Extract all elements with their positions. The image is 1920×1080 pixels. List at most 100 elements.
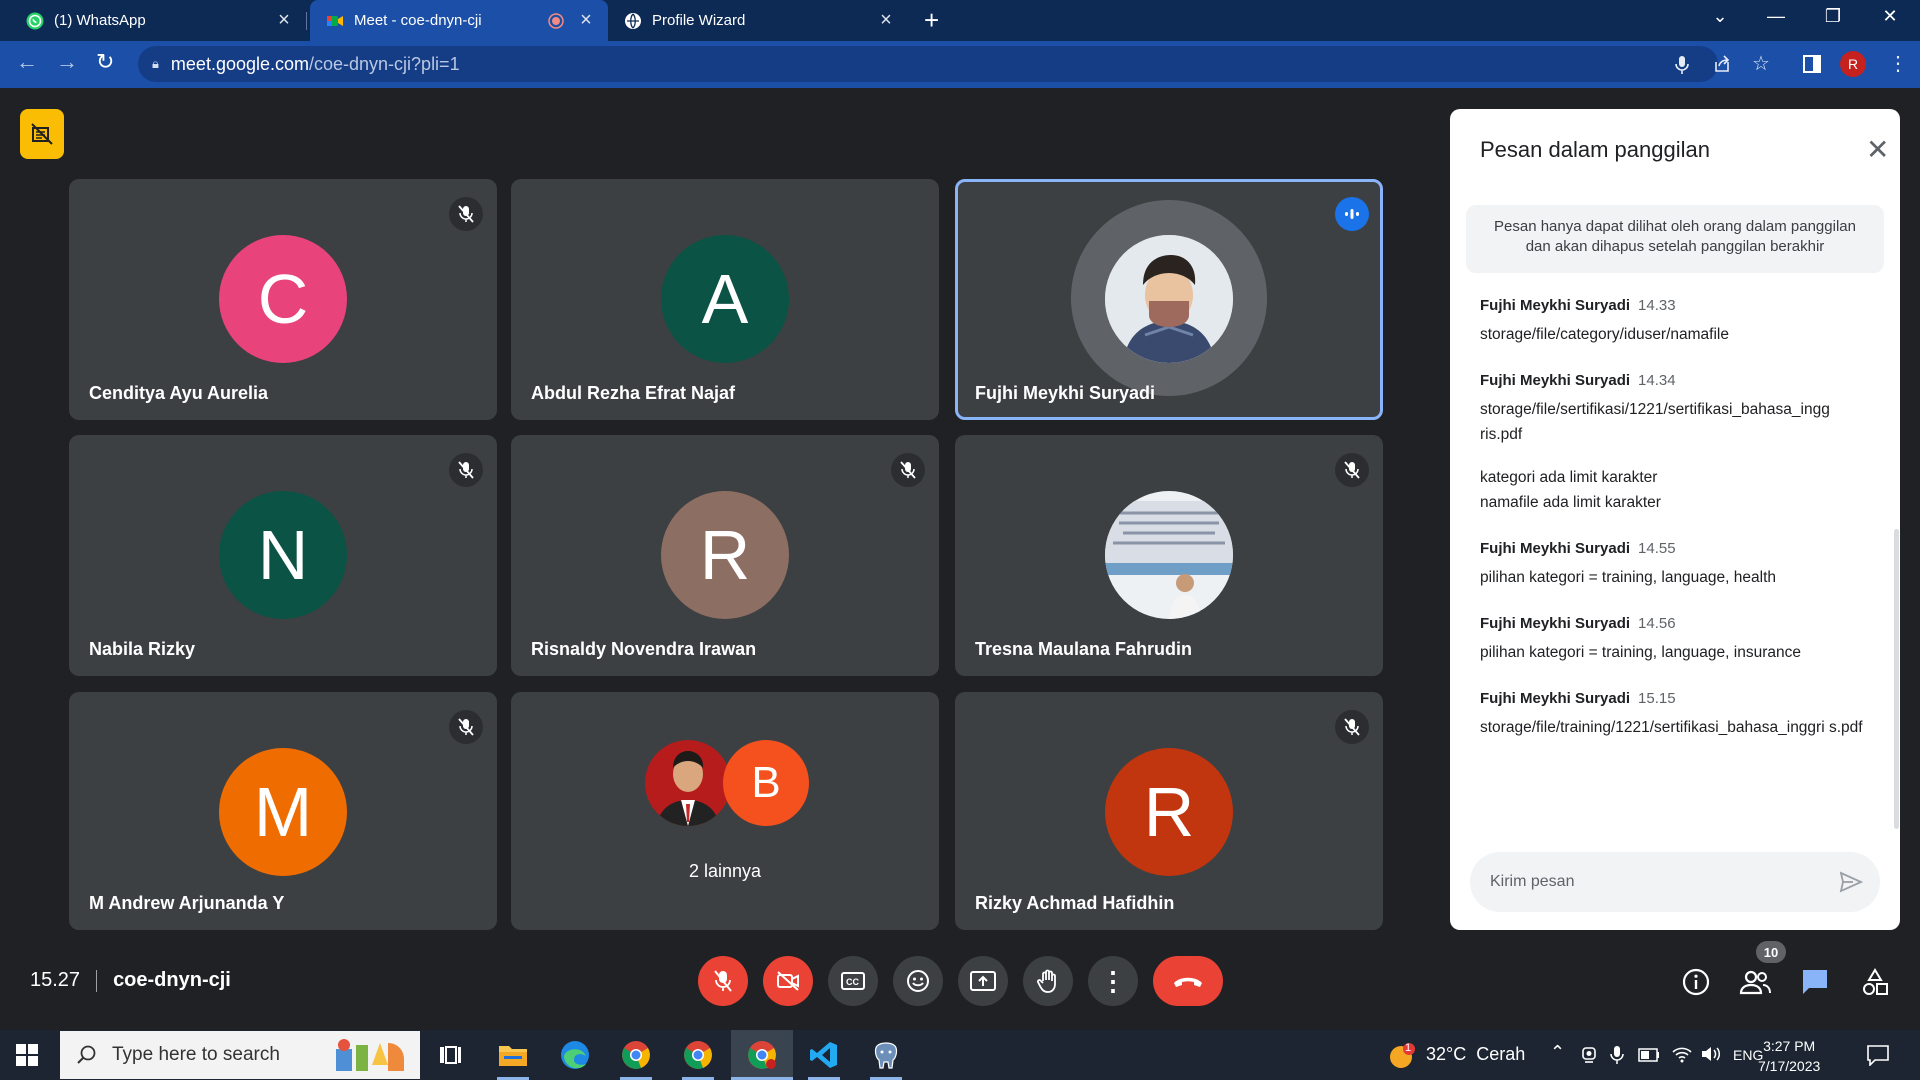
message-time: 14.33: [1638, 297, 1676, 314]
tab-meet[interactable]: Meet - coe-dnyn-cji ×: [310, 0, 608, 41]
close-tab-icon[interactable]: ×: [876, 9, 896, 32]
more-options-button[interactable]: ⋮: [1088, 956, 1138, 1006]
send-icon[interactable]: [1838, 869, 1864, 895]
taskbar-clock[interactable]: 3:27 PM 7/17/2023: [1758, 1036, 1820, 1076]
share-icon[interactable]: [1712, 54, 1732, 74]
browser-menu-icon[interactable]: ⋮: [1888, 51, 1908, 76]
message-text: namafile ada limit karakter: [1480, 494, 1661, 511]
participant-tile[interactable]: N Nabila Rizky: [69, 435, 497, 676]
hang-up-icon: [1174, 977, 1202, 987]
message-sender: Fujhi Meykhi Suryadi: [1480, 615, 1631, 632]
bookmark-star-icon[interactable]: ☆: [1752, 51, 1770, 76]
tab-whatsapp[interactable]: (1) WhatsApp ×: [0, 0, 306, 41]
chat-button[interactable]: [1799, 966, 1831, 998]
participant-photo: [645, 740, 731, 826]
raise-hand-button[interactable]: [1023, 956, 1073, 1006]
chat-scrollbar[interactable]: [1894, 529, 1899, 829]
tab-title: Meet - coe-dnyn-cji: [354, 12, 482, 29]
others-tile[interactable]: B 2 lainnya: [511, 692, 939, 930]
participant-name: Tresna Maulana Fahrudin: [975, 639, 1193, 659]
tab-profile-wizard[interactable]: Profile Wizard ×: [608, 0, 908, 41]
chrome-icon[interactable]: [620, 1039, 652, 1071]
microphone-icon[interactable]: [1674, 55, 1690, 75]
postgresql-icon[interactable]: [870, 1039, 902, 1071]
reactions-button[interactable]: [893, 956, 943, 1006]
notifications-icon[interactable]: [1866, 1044, 1890, 1066]
weather-icon[interactable]: [1388, 1042, 1416, 1070]
url-field[interactable]: 🔒︎ meet.google.com/coe-dnyn-cji?pli=1: [138, 46, 1718, 82]
message-time: 15.15: [1638, 690, 1676, 707]
others-count-label: 2 lainnya: [688, 861, 762, 881]
message-sender: Fujhi Meykhi Suryadi: [1480, 372, 1631, 389]
chat-notice: Pesan hanya dapat dilihat oleh orang dal…: [1466, 205, 1884, 273]
chat-message: Fujhi Meykhi Suryadi 14.56 pilihan katego…: [1480, 614, 1875, 665]
chat-message: Fujhi Meykhi Suryadi 14.34 storage/file/s…: [1480, 371, 1875, 515]
show-hidden-icons-chevron-icon[interactable]: ⌃: [1550, 1042, 1565, 1063]
close-tab-icon[interactable]: ×: [576, 9, 596, 32]
battery-icon[interactable]: [1638, 1048, 1660, 1062]
reload-icon[interactable]: ↻: [96, 49, 114, 75]
webcam-in-use-icon[interactable]: [1580, 1046, 1598, 1064]
speaking-indicator-icon: [1335, 197, 1369, 231]
people-icon: [1739, 970, 1771, 995]
present-screen-button[interactable]: [958, 956, 1008, 1006]
participant-tile[interactable]: M M Andrew Arjunanda Y: [69, 692, 497, 930]
participant-name: M Andrew Arjunanda Y: [89, 893, 285, 913]
participant-tile[interactable]: A Abdul Rezha Efrat Najaf: [511, 179, 939, 420]
edge-icon[interactable]: [559, 1039, 591, 1071]
chrome-profile-icon[interactable]: [682, 1039, 714, 1071]
weather-badge: 1: [1405, 1042, 1412, 1054]
windows-start-icon[interactable]: [16, 1044, 38, 1066]
wifi-icon[interactable]: [1672, 1045, 1692, 1063]
close-window-button[interactable]: ✕: [1870, 6, 1910, 27]
muted-mic-icon: [449, 453, 483, 487]
activities-button[interactable]: [1859, 966, 1891, 998]
file-explorer-icon[interactable]: [497, 1039, 529, 1071]
toggle-microphone-button[interactable]: [698, 956, 748, 1006]
close-panel-icon[interactable]: ✕: [1866, 133, 1889, 166]
recording-badge[interactable]: [20, 109, 64, 159]
leave-call-button[interactable]: [1153, 956, 1223, 1006]
chat-icon: [1803, 970, 1827, 994]
clock-date: 7/17/2023: [1758, 1058, 1821, 1074]
tab-title: (1) WhatsApp: [54, 12, 146, 29]
new-tab-button[interactable]: +: [924, 7, 939, 33]
participant-tile-active-speaker[interactable]: Fujhi Meykhi Suryadi: [955, 179, 1383, 420]
chat-panel-title: Pesan dalam panggilan: [1480, 137, 1710, 162]
search-highlight-illustration-icon: [336, 1039, 404, 1071]
url-path: /coe-dnyn-cji?pli=1: [309, 53, 460, 74]
side-panel-icon[interactable]: [1803, 55, 1821, 73]
chat-message: Fujhi Meykhi Suryadi 14.33 storage/file/c…: [1480, 296, 1875, 347]
search-icon: [77, 1045, 96, 1064]
participant-tile[interactable]: C Cenditya Ayu Aurelia: [69, 179, 497, 420]
weather-text[interactable]: 32°C Cerah: [1426, 1044, 1525, 1065]
chat-message-input[interactable]: [1490, 873, 1810, 891]
restore-button[interactable]: ❐: [1813, 6, 1853, 27]
back-icon[interactable]: ←: [16, 49, 38, 75]
task-view-icon[interactable]: [434, 1039, 466, 1071]
chrome-active-window-icon[interactable]: [746, 1039, 778, 1071]
captions-button[interactable]: CC: [828, 956, 878, 1006]
toggle-camera-button[interactable]: [763, 956, 813, 1006]
lock-icon[interactable]: 🔒︎: [152, 56, 159, 72]
participant-avatar: A: [661, 235, 789, 363]
volume-icon[interactable]: [1700, 1045, 1722, 1063]
microphone-in-use-icon[interactable]: [1610, 1045, 1624, 1065]
message-text: storage/file/sertifikasi/1221/sertifikas…: [1480, 401, 1830, 443]
minimize-button[interactable]: —: [1756, 6, 1796, 27]
taskbar-search-box[interactable]: Type here to search: [60, 1031, 420, 1079]
close-tab-icon[interactable]: ×: [274, 9, 294, 32]
mic-off-icon: [714, 970, 732, 992]
tab-separator: [306, 12, 307, 30]
participant-tile[interactable]: R Risnaldy Novendra Irawan: [511, 435, 939, 676]
message-time: 14.34: [1638, 372, 1676, 389]
people-button[interactable]: [1739, 966, 1771, 998]
vscode-icon[interactable]: [808, 1039, 840, 1071]
participant-tile[interactable]: Tresna Maulana Fahrudin: [955, 435, 1383, 676]
profile-avatar[interactable]: R: [1840, 51, 1866, 77]
forward-icon[interactable]: →: [56, 49, 78, 75]
info-icon: [1682, 968, 1710, 996]
tab-search-icon[interactable]: ⌄: [1700, 6, 1740, 27]
participant-tile[interactable]: R Rizky Achmad Hafidhin: [955, 692, 1383, 930]
meeting-details-button[interactable]: [1680, 966, 1712, 998]
